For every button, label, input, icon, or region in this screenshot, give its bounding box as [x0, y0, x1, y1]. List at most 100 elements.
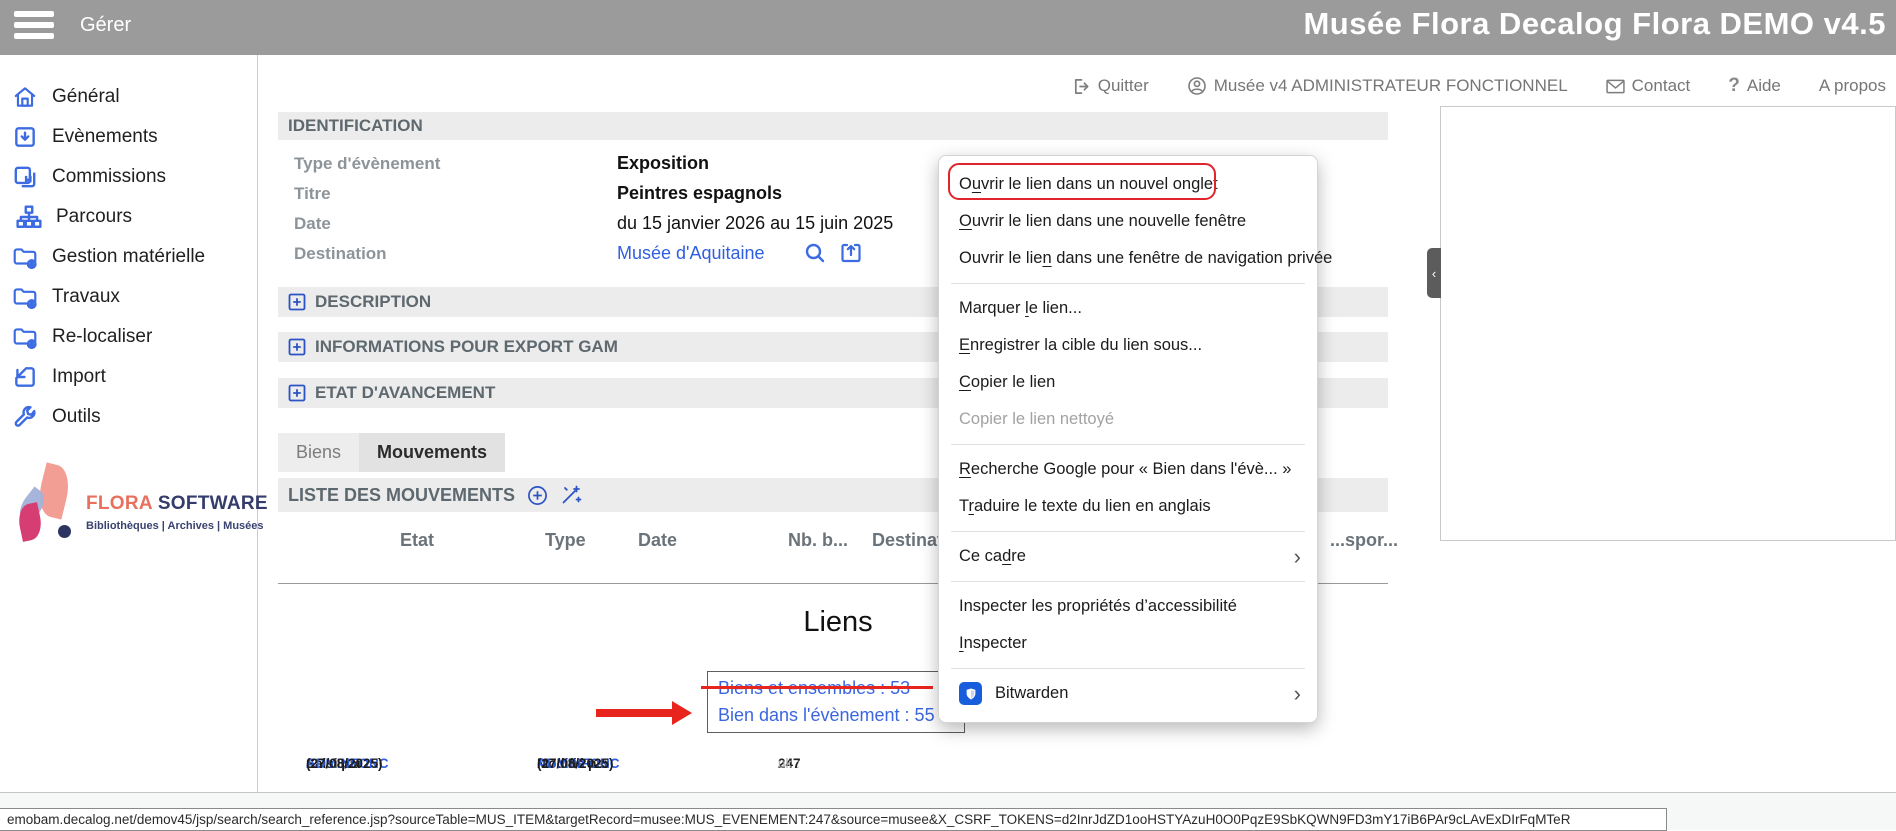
wrench-icon [12, 404, 38, 430]
aide-link[interactable]: ? Aide [1728, 75, 1781, 97]
link-bien-dans-evenement[interactable]: Bien dans l'évènement : 55 [718, 702, 954, 729]
record-meta: Saisi par ADMINFONC (27/08/2025) Modifié… [278, 756, 1388, 776]
hamburger-menu-icon[interactable] [14, 11, 54, 44]
utility-bar: Quitter Musée v4 ADMINISTRATEUR FONCTION… [1072, 72, 1886, 100]
menu-inspect-accessibility[interactable]: Inspecter les propriétés d’accessibilité [939, 588, 1317, 625]
quitter-button[interactable]: Quitter [1072, 76, 1149, 96]
open-record-icon[interactable] [839, 241, 863, 265]
field-label: Destination [294, 244, 387, 264]
folder-globe-icon [12, 284, 38, 310]
menu-separator [951, 283, 1305, 284]
tab-biens[interactable]: Biens [278, 433, 359, 472]
annotation-strikethrough [701, 686, 933, 689]
column-header-date[interactable]: Date [638, 530, 677, 551]
destination-link[interactable]: Musée d'Aquitaine [617, 243, 765, 264]
sidebar-item-outils[interactable]: Outils [0, 397, 258, 437]
home-icon [12, 84, 38, 110]
bitwarden-icon [959, 682, 982, 705]
menu-google-search[interactable]: Recherche Google pour « Bien dans l'évè.… [939, 451, 1317, 488]
section-identification: IDENTIFICATION [278, 112, 1388, 140]
menu-open-new-tab[interactable]: Ouvrir le lien dans un nouvel onglet [939, 166, 1317, 203]
sidebar: Général Evènements Commissions Parcours … [0, 55, 258, 792]
manage-menu-label[interactable]: Gérer [80, 14, 131, 37]
tab-bar: Biens Mouvements [278, 433, 505, 472]
menu-save-link-as[interactable]: Enregistrer la cible du lien sous... [939, 327, 1317, 364]
sidebar-item-label: Commissions [52, 166, 166, 188]
filter-wand-icon[interactable] [560, 484, 582, 506]
submenu-chevron-icon: › [1294, 681, 1301, 707]
field-value: Peintres espagnols [617, 183, 782, 204]
panel-collapse-handle[interactable]: ‹ [1427, 248, 1441, 298]
field-label: Type d'évènement [294, 154, 440, 174]
sidebar-item-parcours[interactable]: Parcours [0, 197, 258, 237]
menu-inspect[interactable]: Inspecter [939, 625, 1317, 662]
expand-icon[interactable] [288, 338, 306, 356]
annotation-arrow [596, 709, 674, 717]
browser-status-url: emobam.decalog.net/demov45/jsp/search/se… [0, 808, 1667, 831]
column-header-transporteur[interactable]: ...spor... [1330, 530, 1398, 551]
sidebar-item-gestion-materielle[interactable]: Gestion matérielle [0, 237, 258, 277]
user-account[interactable]: Musée v4 ADMINISTRATEUR FONCTIONNEL [1187, 76, 1568, 96]
section-title: ETAT D'AVANCEMENT [315, 383, 495, 403]
search-icon[interactable] [803, 241, 827, 265]
menu-copy-clean-link: Copier le lien nettoyé [939, 401, 1317, 438]
user-icon [1187, 76, 1207, 96]
menu-this-frame[interactable]: Ce cadre› [939, 538, 1317, 575]
copy-icon [12, 164, 38, 190]
section-title: IDENTIFICATION [288, 116, 423, 136]
menu-separator [951, 668, 1305, 669]
folder-globe-icon [12, 324, 38, 350]
menu-bitwarden[interactable]: Bitwarden › [939, 675, 1317, 712]
menu-copy-link[interactable]: Copier le lien [939, 364, 1317, 401]
menu-open-new-window[interactable]: Ouvrir le lien dans une nouvelle fenêtre [939, 203, 1317, 240]
sidebar-item-import[interactable]: Import [0, 357, 258, 397]
liens-links-box: Biens et ensembles : 53 Bien dans l'évèn… [707, 671, 965, 733]
sidebar-item-label: Général [52, 86, 120, 108]
sidebar-item-general[interactable]: Général [0, 77, 258, 117]
sidebar-item-label: Gestion matérielle [52, 246, 205, 268]
sidebar-item-label: Evènements [52, 126, 158, 148]
menu-separator [951, 531, 1305, 532]
flora-software-logo: FLORA SOFTWARE Bibliothèques | Archives … [10, 463, 250, 573]
logo-tagline: Bibliothèques | Archives | Musées [86, 520, 268, 532]
sidebar-item-relocaliser[interactable]: Re-localiser [0, 317, 258, 357]
column-header-type[interactable]: Type [545, 530, 586, 551]
app-title: Musée Flora Decalog Flora DEMO v4.5 [1303, 6, 1886, 42]
logout-icon [1072, 77, 1091, 96]
right-detail-panel [1440, 106, 1896, 541]
menu-translate-link-text[interactable]: Traduire le texte du lien en anglais [939, 488, 1317, 525]
column-header-nb-biens[interactable]: Nb. b... [788, 530, 848, 551]
tab-mouvements[interactable]: Mouvements [359, 433, 505, 472]
menu-bookmark-link[interactable]: Marquer le lien... [939, 290, 1317, 327]
apropos-link[interactable]: A propos [1819, 76, 1886, 96]
menu-open-private-window[interactable]: Ouvrir le lien dans une fenêtre de navig… [939, 240, 1317, 277]
mail-icon [1606, 79, 1625, 94]
browser-context-menu: Ouvrir le lien dans un nouvel onglet Ouv… [938, 155, 1318, 723]
annotation-arrow-head [672, 701, 692, 725]
contact-link[interactable]: Contact [1606, 76, 1691, 96]
sidebar-item-commissions[interactable]: Commissions [0, 157, 258, 197]
folder-globe-icon [12, 244, 38, 270]
sidebar-item-label: Import [52, 366, 106, 388]
field-value: Exposition [617, 153, 709, 174]
liens-heading: Liens [733, 606, 943, 639]
app-header: Gérer Musée Flora Decalog Flora DEMO v4.… [0, 0, 1896, 55]
expand-icon[interactable] [288, 384, 306, 402]
field-label: Titre [294, 184, 331, 204]
help-icon: ? [1728, 75, 1740, 97]
field-label: Date [294, 214, 331, 234]
expand-icon[interactable] [288, 293, 306, 311]
sidebar-item-evenements[interactable]: Evènements [0, 117, 258, 157]
sidebar-item-label: Outils [52, 406, 101, 428]
sitemap-icon [16, 204, 42, 230]
menu-separator [951, 444, 1305, 445]
sidebar-item-label: Travaux [52, 286, 120, 308]
add-movement-icon[interactable] [527, 485, 548, 506]
sidebar-item-travaux[interactable]: Travaux [0, 277, 258, 317]
column-header-etat[interactable]: Etat [400, 530, 434, 551]
logo-brand-primary: FLORA [86, 493, 152, 514]
inbox-in-icon [12, 124, 38, 150]
field-value: du 15 janvier 2026 au 15 juin 2025 [617, 213, 893, 234]
logo-brand-secondary: SOFTWARE [152, 493, 268, 514]
import-icon [12, 364, 38, 390]
